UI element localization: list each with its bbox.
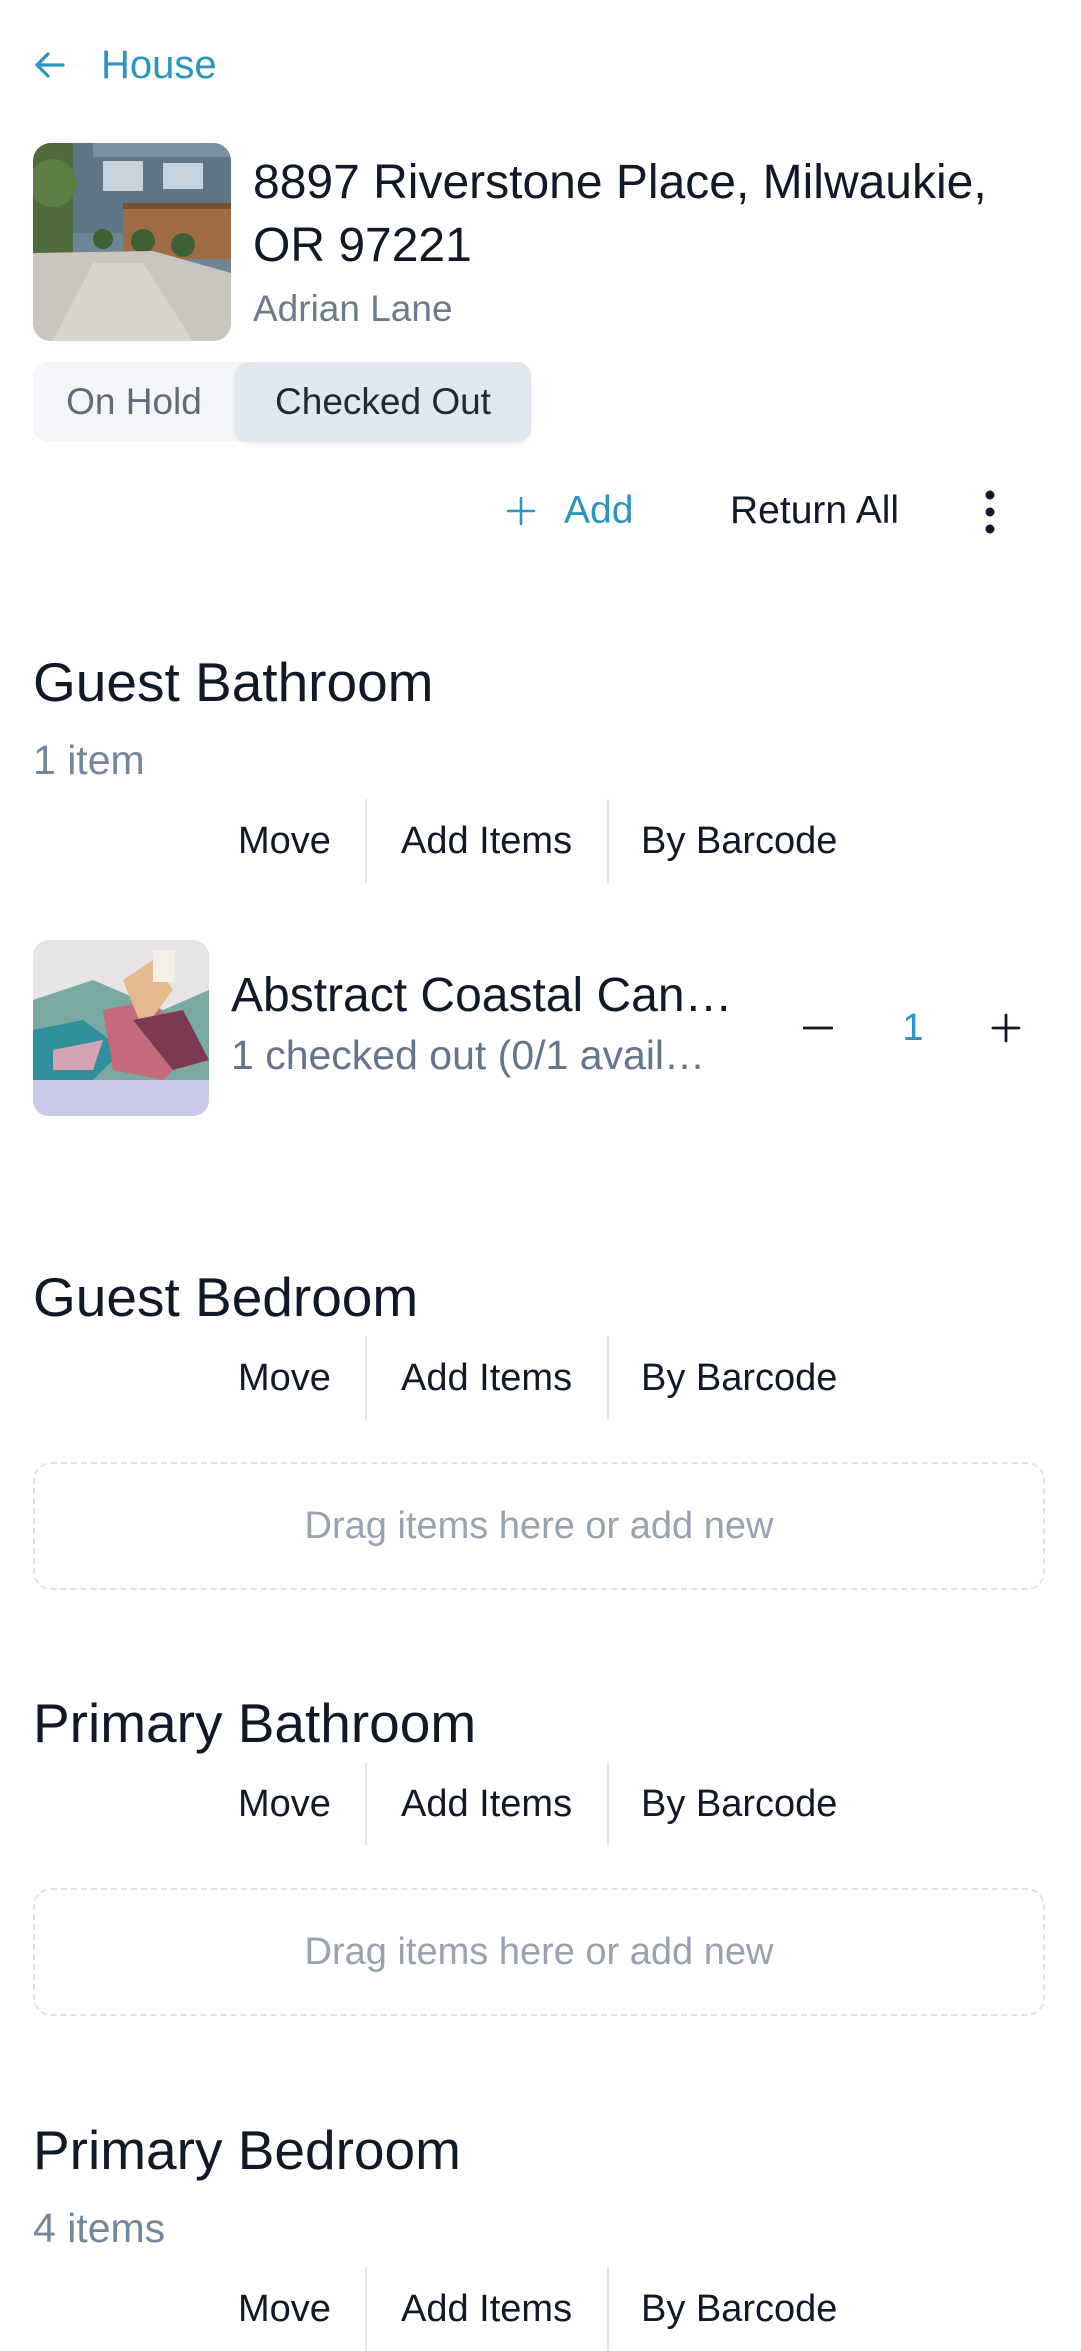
add-button[interactable]: Add [506, 480, 633, 542]
tab-checked-out[interactable]: Checked Out [235, 362, 531, 442]
dropzone[interactable]: Drag items here or add new [33, 1462, 1045, 1590]
increment-button[interactable] [981, 998, 1031, 1058]
decrement-button[interactable] [793, 998, 843, 1058]
move-button[interactable]: Move [238, 1762, 331, 1846]
room-toolbar: Move Add Items By Barcode [33, 1336, 1048, 1420]
item-status: 1 checked out (0/1 avail… [231, 1032, 706, 1078]
room-section: Guest Bedroom Move Add Items By Barcode … [33, 1262, 1048, 1590]
room-toolbar: Move Add Items By Barcode [33, 1762, 1048, 1846]
property-photo [33, 143, 231, 341]
add-items-button[interactable]: Add Items [401, 1336, 572, 1420]
back-link[interactable]: House [33, 38, 217, 92]
room-toolbar: Move Add Items By Barcode [33, 799, 1048, 883]
property-address: 8897 Riverstone Place, Milwaukie, OR 972… [253, 156, 987, 272]
move-button[interactable]: Move [238, 1336, 331, 1420]
list-item[interactable]: Abstract Coastal Can… 1 checked out (0/1… [33, 940, 1048, 1116]
quantity-value: 1 [902, 1006, 924, 1049]
room-title: Guest Bedroom [33, 1266, 419, 1328]
plus-icon [506, 496, 536, 526]
minus-icon [803, 1026, 833, 1030]
toolbar-divider [365, 1336, 367, 1420]
room-item-count: 1 item [33, 737, 145, 783]
by-barcode-button[interactable]: By Barcode [641, 1762, 837, 1846]
by-barcode-button[interactable]: By Barcode [641, 799, 837, 883]
room-toolbar: Move Add Items By Barcode [33, 2267, 1048, 2351]
add-button-label: Add [564, 489, 634, 532]
room-section: Primary Bathroom Move Add Items By Barco… [33, 1688, 1048, 2016]
item-name: Abstract Coastal Can… [231, 969, 733, 1022]
room-item-count: 4 items [33, 2205, 166, 2251]
by-barcode-button[interactable]: By Barcode [641, 1336, 837, 1420]
tab-on-hold[interactable]: On Hold [33, 362, 235, 442]
action-bar: Add Return All [33, 480, 1048, 542]
move-button[interactable]: Move [238, 2267, 331, 2351]
more-options-icon[interactable] [983, 490, 997, 534]
property-header: 8897 Riverstone Place, Milwaukie, OR 972… [33, 143, 1048, 343]
add-items-button[interactable]: Add Items [401, 2267, 572, 2351]
toolbar-divider [365, 1762, 367, 1846]
room-section: Guest Bathroom 1 item Move Add Items By … [33, 647, 1048, 883]
toolbar-divider [607, 799, 609, 883]
dropzone[interactable]: Drag items here or add new [33, 1888, 1045, 2016]
back-link-label: House [101, 42, 217, 87]
toolbar-divider [365, 799, 367, 883]
room-title: Primary Bedroom [33, 2119, 461, 2181]
move-button[interactable]: Move [238, 799, 331, 883]
property-owner: Adrian Lane [253, 288, 453, 329]
toolbar-divider [607, 1762, 609, 1846]
toolbar-divider [607, 2267, 609, 2351]
return-all-button[interactable]: Return All [730, 480, 899, 542]
room-title: Primary Bathroom [33, 1692, 477, 1754]
item-photo [33, 940, 209, 1116]
add-items-button[interactable]: Add Items [401, 1762, 572, 1846]
room-title: Guest Bathroom [33, 651, 434, 713]
toolbar-divider [365, 2267, 367, 2351]
status-tabs: On Hold Checked Out [33, 362, 531, 442]
by-barcode-button[interactable]: By Barcode [641, 2267, 837, 2351]
toolbar-divider [607, 1336, 609, 1420]
add-items-button[interactable]: Add Items [401, 799, 572, 883]
plus-icon [991, 1013, 1021, 1043]
arrow-left-icon [35, 52, 65, 78]
room-section: Primary Bedroom 4 items Move Add Items B… [33, 2115, 1048, 2351]
